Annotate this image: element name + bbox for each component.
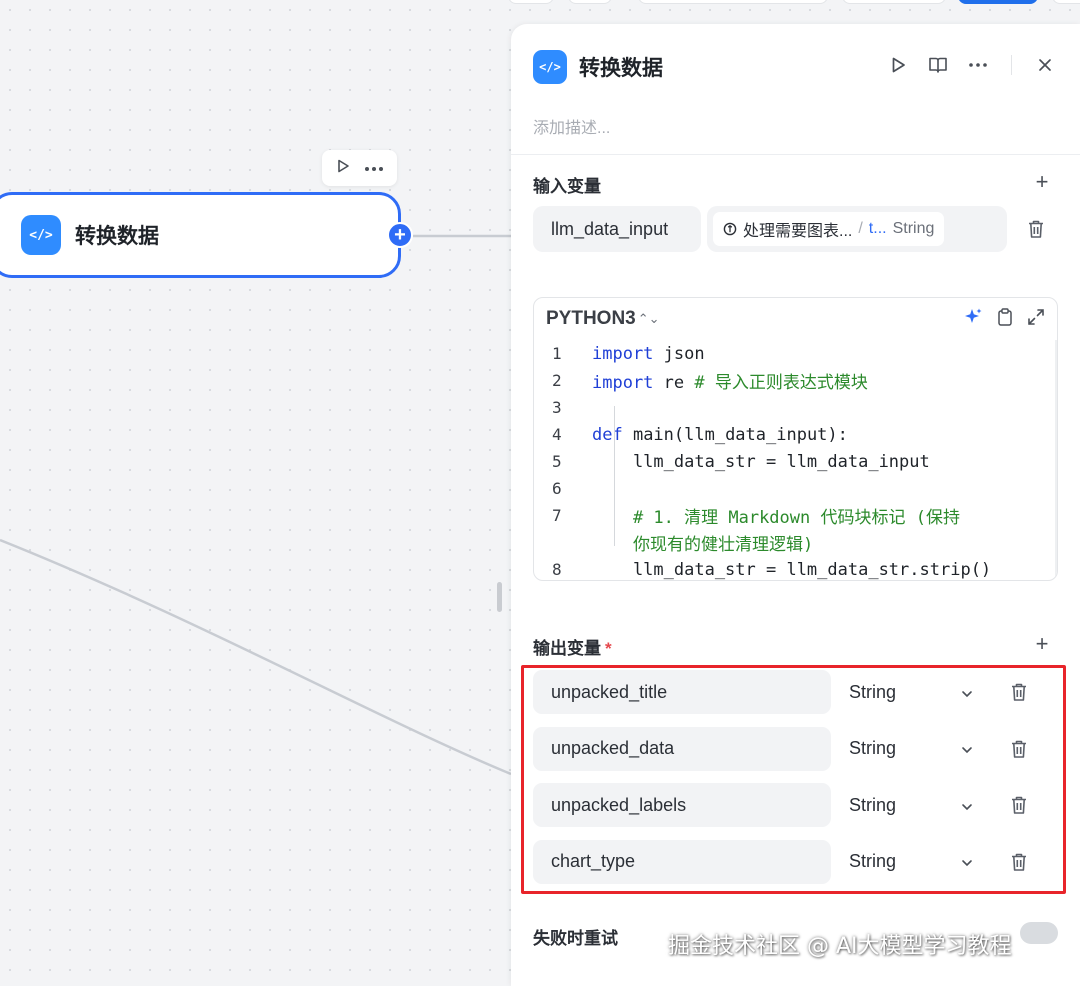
line-number: 2 <box>552 371 562 390</box>
panel-header: </> 转换数据 <box>533 50 663 84</box>
code-plain: llm_data_str = llm_data_input <box>592 451 930 472</box>
line-number: 5 <box>552 452 562 471</box>
line-number: 6 <box>552 479 562 498</box>
code-plain: json <box>653 343 705 364</box>
panel-resize-handle[interactable] <box>497 582 502 612</box>
copy-icon[interactable] <box>997 307 1013 332</box>
code-line[interactable]: 1 import json <box>534 340 1057 367</box>
close-icon[interactable] <box>1034 54 1056 76</box>
more-icon[interactable] <box>967 54 989 76</box>
code-keyword: def <box>592 424 623 445</box>
play-icon[interactable] <box>887 54 909 76</box>
code-line[interactable]: 4 def main(llm_data_input): <box>534 421 1057 448</box>
code-plain: main(llm_data_input): <box>622 424 848 445</box>
node-title: 转换数据 <box>75 225 159 248</box>
code-comment: # 导入正则表达式模块 <box>694 373 868 393</box>
panel-header-actions <box>887 54 1056 76</box>
panel-title: 转换数据 <box>579 57 663 80</box>
language-select[interactable]: PYTHON3 <box>546 308 636 330</box>
code-line[interactable]: 2 import re # 导入正则表达式模块 <box>534 367 1057 394</box>
add-input-button[interactable]: + <box>1032 171 1052 193</box>
node-toolbar <box>322 150 397 186</box>
code-line[interactable]: 你现有的健壮清理逻辑) <box>534 529 1057 556</box>
code-comment: 你现有的健壮清理逻辑) <box>632 535 814 555</box>
editor-scrollbar[interactable] <box>1055 340 1057 580</box>
code-text: 你现有的健壮清理逻辑) <box>592 530 813 555</box>
editor-tools <box>963 307 1045 332</box>
description-input[interactable]: 添加描述... <box>533 114 610 138</box>
code-plain: llm_data_str = llm_data_str.strip() <box>592 559 992 580</box>
code-plain <box>592 535 633 555</box>
input-variable-row: llm_data_input 处理需要图表... / t... String <box>533 206 1045 252</box>
code-text: llm_data_str = llm_data_input <box>592 452 930 472</box>
annotation-highlight-box <box>521 665 1066 894</box>
language-caret-icon[interactable]: ⌃⌄ <box>638 311 660 327</box>
toolbar-button[interactable] <box>568 0 612 4</box>
output-section-title: 输出变量 <box>533 639 601 658</box>
toolbar-button[interactable] <box>842 0 946 4</box>
delete-input-icon[interactable] <box>1027 219 1045 239</box>
code-icon: </> <box>21 215 61 255</box>
ref-node-name: 处理需要图表... <box>743 223 853 240</box>
watermark-text: 掘金技术社区 @ AI大模型学习教程 <box>668 934 1012 959</box>
code-text: llm_data_str = llm_data_str.strip() <box>592 560 991 580</box>
indent-guide <box>614 406 615 546</box>
header-divider <box>1011 55 1012 75</box>
line-number: 8 <box>552 560 562 579</box>
code-line[interactable]: 7 # 1. 清理 Markdown 代码块标记 (保持 <box>534 502 1057 529</box>
line-number: 1 <box>552 344 562 363</box>
code-editor[interactable]: PYTHON3 ⌃⌄ 1 import json 2 import re # 导入正则… <box>533 297 1058 581</box>
code-plain: re <box>653 373 695 393</box>
code-icon: </> <box>533 50 567 84</box>
code-line[interactable]: 8 llm_data_str = llm_data_str.strip() <box>534 556 1057 580</box>
ref-field-name: t... <box>868 220 887 237</box>
code-body[interactable]: 1 import json 2 import re # 导入正则表达式模块 3 4 def … <box>534 340 1057 580</box>
publish-button[interactable] <box>958 0 1038 4</box>
code-text: # 1. 清理 Markdown 代码块标记 (保持 <box>592 503 960 528</box>
retry-section-label: 失败时重试 <box>533 929 618 948</box>
toolbar-button[interactable] <box>638 0 828 4</box>
editor-header: PYTHON3 ⌃⌄ <box>534 298 1057 340</box>
add-node-handle[interactable]: + <box>387 222 413 248</box>
required-mark: * <box>605 639 612 658</box>
code-text: import json <box>592 344 705 364</box>
node-ref-icon <box>723 222 737 236</box>
code-plain <box>592 508 633 528</box>
code-line[interactable]: 6 <box>534 475 1057 502</box>
variable-reference-select[interactable]: 处理需要图表... / t... String <box>707 206 1007 252</box>
divider <box>511 154 1080 155</box>
output-section-label: 输出变量 * <box>533 634 612 659</box>
code-node[interactable]: </> 转换数据 <box>0 192 401 278</box>
expand-icon[interactable] <box>1027 308 1045 331</box>
code-line[interactable]: 3 <box>534 394 1057 421</box>
code-text: import re # 导入正则表达式模块 <box>592 368 868 393</box>
play-icon[interactable] <box>335 158 351 179</box>
input-section-label: 输入变量 <box>533 177 601 196</box>
more-icon[interactable] <box>364 159 384 177</box>
code-comment: # 1. 清理 Markdown 代码块标记 (保持 <box>632 508 960 528</box>
ai-sparkle-icon[interactable] <box>963 307 983 332</box>
toolbar-button[interactable] <box>1052 0 1080 4</box>
ref-separator: / <box>858 220 863 237</box>
line-number: 4 <box>552 425 562 444</box>
code-text: def main(llm_data_input): <box>592 425 848 445</box>
code-keyword: import <box>592 343 654 364</box>
code-line[interactable]: 5 llm_data_str = llm_data_input <box>534 448 1057 475</box>
ref-type: String <box>892 220 935 237</box>
book-icon[interactable] <box>927 54 949 76</box>
toolbar-button[interactable] <box>508 0 554 4</box>
add-output-button[interactable]: + <box>1032 633 1052 655</box>
code-keyword: import <box>592 373 654 393</box>
retry-toggle[interactable] <box>1020 922 1058 944</box>
variable-reference-chip: 处理需要图表... / t... String <box>713 212 945 246</box>
input-variable-name[interactable]: llm_data_input <box>533 206 701 252</box>
line-number: 3 <box>552 398 562 417</box>
line-number: 7 <box>552 506 562 525</box>
